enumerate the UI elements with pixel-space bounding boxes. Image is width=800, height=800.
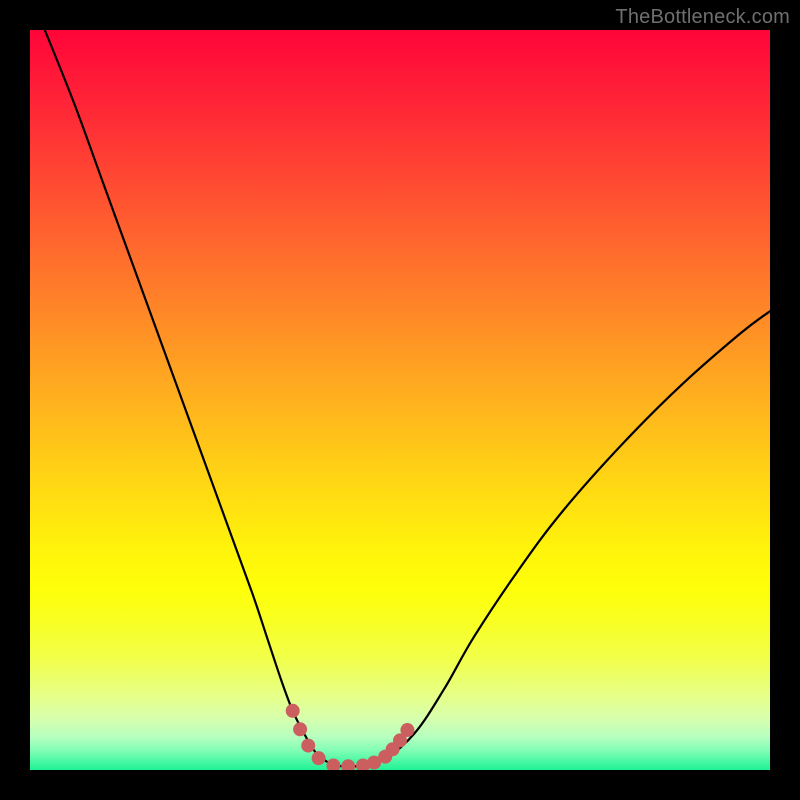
marker-point [293,722,307,736]
marker-point [286,704,300,718]
marker-point [326,759,340,770]
watermark-label: TheBottleneck.com [615,6,790,29]
plot-area [30,30,770,770]
marker-point [312,751,326,765]
marker-point [341,759,355,770]
marker-point [301,739,315,753]
marker-point [400,723,414,737]
bottleneck-curve [45,30,770,766]
curve-layer [30,30,770,770]
chart-frame: TheBottleneck.com [0,0,800,800]
